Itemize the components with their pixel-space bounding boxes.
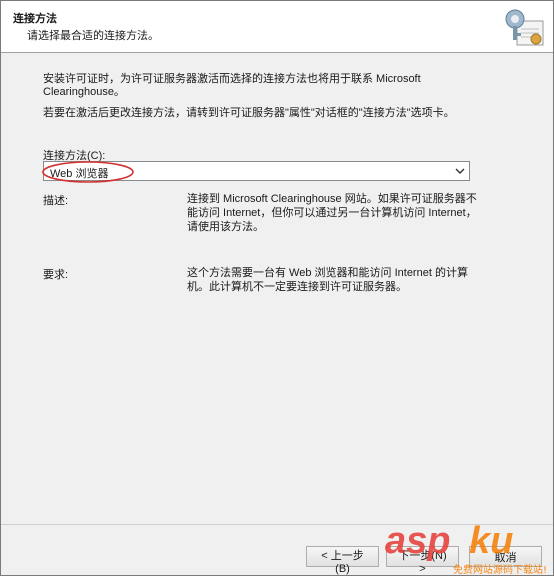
- page-subtitle: 请选择最合适的连接方法。: [27, 30, 159, 42]
- wizard-footer: < 上一步(B) 下一步(N) > 取消: [1, 524, 553, 575]
- description-label: 描述:: [43, 195, 69, 207]
- hint-text: 若要在激活后更改连接方法，请转到许可证服务器"属性"对话框的"连接方法"选项卡。: [43, 107, 455, 119]
- requirements-text: 这个方法需要一台有 Web 浏览器和能访问 Internet 的计算机。此计算机…: [187, 267, 468, 293]
- cancel-button[interactable]: 取消: [469, 546, 542, 567]
- certificate-key-icon: [505, 9, 544, 46]
- requirements-label: 要求:: [43, 269, 69, 281]
- back-button[interactable]: < 上一步(B): [306, 546, 379, 575]
- wizard-content: 安装许可证时，为许可证服务器激活而选择的连接方法也将用于联系 Microsoft…: [1, 54, 553, 524]
- wizard-header: 连接方法 请选择最合适的连接方法。: [1, 1, 553, 53]
- page-title: 连接方法: [13, 13, 57, 25]
- next-button[interactable]: 下一步(N) >: [386, 546, 459, 575]
- connection-method-value: Web 浏览器: [50, 168, 109, 180]
- description-text: 连接到 Microsoft Clearinghouse 网站。如果许可证服务器不…: [187, 193, 477, 233]
- intro-text: 安装许可证时，为许可证服务器激活而选择的连接方法也将用于联系 Microsoft…: [43, 73, 421, 98]
- connection-method-wizard: 连接方法 请选择最合适的连接方法。 安装许可证时，为许可证服务器激活而选择的连接…: [0, 0, 554, 576]
- chevron-down-icon: [455, 168, 465, 174]
- connection-method-select[interactable]: Web 浏览器: [43, 161, 470, 181]
